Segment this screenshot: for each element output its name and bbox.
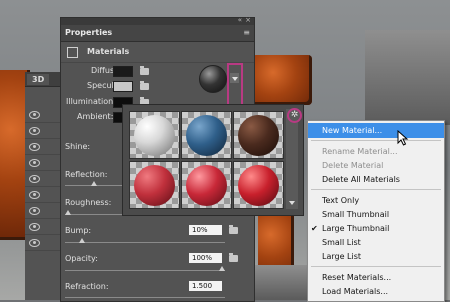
menu-item-label: Delete All Materials <box>322 175 400 184</box>
roughness-label: Roughness: <box>65 198 112 207</box>
menu-item-label: Load Materials... <box>322 287 389 296</box>
folder-icon[interactable] <box>140 66 149 75</box>
material-sphere <box>186 115 227 156</box>
material-thumbnail[interactable] <box>233 161 284 209</box>
stone-block-top-right <box>365 30 450 125</box>
refraction-slider[interactable] <box>65 297 225 298</box>
material-sphere <box>134 165 175 206</box>
material-context-menu: New Material... Rename Material... Delet… <box>307 120 445 302</box>
cursor-arrow-icon <box>397 130 409 146</box>
menu-separator <box>311 189 441 190</box>
menu-item-label: Large List <box>322 252 362 261</box>
material-thumbnail[interactable] <box>129 111 180 159</box>
eye-icon[interactable] <box>29 143 40 151</box>
bump-value[interactable]: 10% <box>189 225 222 235</box>
material-sphere <box>238 165 279 206</box>
shine-label: Shine: <box>65 142 91 151</box>
roughness-slider-handle[interactable] <box>65 210 71 215</box>
bump-label: Bump: <box>65 226 92 235</box>
menu-separator <box>311 140 441 141</box>
menu-item-text-only[interactable]: Text Only <box>308 193 444 208</box>
menu-item-label: Delete Material <box>322 161 384 170</box>
folder-icon[interactable] <box>229 225 238 234</box>
properties-titlebar[interactable]: « × <box>61 16 254 25</box>
folder-icon[interactable] <box>229 253 238 262</box>
eye-icon[interactable] <box>29 191 40 199</box>
panel-menu-icon[interactable]: ≡ <box>243 28 250 37</box>
material-preview[interactable] <box>199 65 227 93</box>
eye-icon[interactable] <box>29 175 40 183</box>
opacity-slider[interactable] <box>65 270 225 271</box>
material-thumbnail[interactable] <box>181 111 232 159</box>
materials-header: Materials <box>61 42 254 63</box>
eye-icon[interactable] <box>29 207 40 215</box>
collapse-icon[interactable]: « <box>238 16 242 24</box>
menu-item-small-thumbnail[interactable]: Small Thumbnail <box>308 207 444 222</box>
menu-item-large-list[interactable]: Large List <box>308 249 444 264</box>
refraction-label: Refraction: <box>65 282 109 291</box>
stone-block-bottom-right <box>252 265 307 300</box>
material-picker-popup <box>122 104 304 216</box>
opacity-slider-handle[interactable] <box>219 266 225 271</box>
dropdown-highlight <box>227 63 243 106</box>
menu-item-rename-material: Rename Material... <box>308 144 444 159</box>
specular-swatch[interactable] <box>113 81 133 92</box>
folder-icon[interactable] <box>140 81 149 90</box>
reflection-slider-handle[interactable] <box>91 181 97 186</box>
tab-properties[interactable]: Properties <box>65 28 112 37</box>
eye-icon[interactable] <box>29 159 40 167</box>
menu-item-label: New Material... <box>322 126 383 135</box>
eye-icon[interactable] <box>29 239 40 247</box>
menu-item-label: Reset Materials... <box>322 273 392 282</box>
material-thumbnail[interactable] <box>233 111 284 159</box>
eye-icon[interactable] <box>29 111 40 119</box>
menu-item-delete-material: Delete Material <box>308 158 444 173</box>
menu-item-delete-all-materials[interactable]: Delete All Materials <box>308 172 444 187</box>
material-thumbnail[interactable] <box>181 161 232 209</box>
opacity-label: Opacity: <box>65 254 98 263</box>
menu-item-label: Small Thumbnail <box>322 210 390 219</box>
menu-item-reset-materials[interactable]: Reset Materials... <box>308 270 444 285</box>
picker-scrollbar[interactable] <box>286 109 298 209</box>
reflection-label: Reflection: <box>65 170 108 179</box>
roughness-slider[interactable] <box>65 214 125 215</box>
picker-settings-button[interactable]: ✲ <box>287 108 302 123</box>
refraction-value[interactable]: 1.500 <box>189 281 222 291</box>
menu-item-new-material[interactable]: New Material... <box>308 123 444 138</box>
menu-item-label: Text Only <box>322 196 360 205</box>
material-sphere <box>134 115 175 156</box>
tab-3d[interactable]: 3D <box>27 74 50 85</box>
material-thumbnail[interactable] <box>129 161 180 209</box>
menu-item-label: Large Thumbnail <box>322 224 390 233</box>
diffuse-swatch[interactable] <box>113 66 133 77</box>
eye-icon[interactable] <box>29 127 40 135</box>
close-icon[interactable]: × <box>245 16 251 24</box>
ambient-label: Ambient: <box>77 112 114 121</box>
scroll-down-icon[interactable] <box>289 201 295 205</box>
menu-item-load-materials[interactable]: Load Materials... <box>308 284 444 299</box>
opacity-value[interactable]: 100% <box>189 253 222 263</box>
material-sphere <box>238 115 279 156</box>
bump-slider-handle[interactable] <box>79 238 85 243</box>
illumination-label: Illumination: <box>66 97 116 106</box>
bump-slider[interactable] <box>65 242 225 243</box>
section-title: Materials <box>87 47 130 56</box>
menu-item-label: Rename Material... <box>322 147 398 156</box>
properties-tabbar: Properties ≡ <box>61 25 254 42</box>
material-sphere <box>186 165 227 206</box>
eye-icon[interactable] <box>29 223 40 231</box>
checkmark-icon: ✔ <box>311 224 318 233</box>
menu-item-small-list[interactable]: Small List <box>308 235 444 250</box>
menu-item-large-thumbnail[interactable]: ✔ Large Thumbnail <box>308 221 444 236</box>
menu-item-label: Small List <box>322 238 361 247</box>
menu-separator <box>311 266 441 267</box>
materials-icon <box>67 47 78 58</box>
brick-letter-right-top <box>252 55 312 105</box>
gear-icon: ✲ <box>290 110 299 120</box>
